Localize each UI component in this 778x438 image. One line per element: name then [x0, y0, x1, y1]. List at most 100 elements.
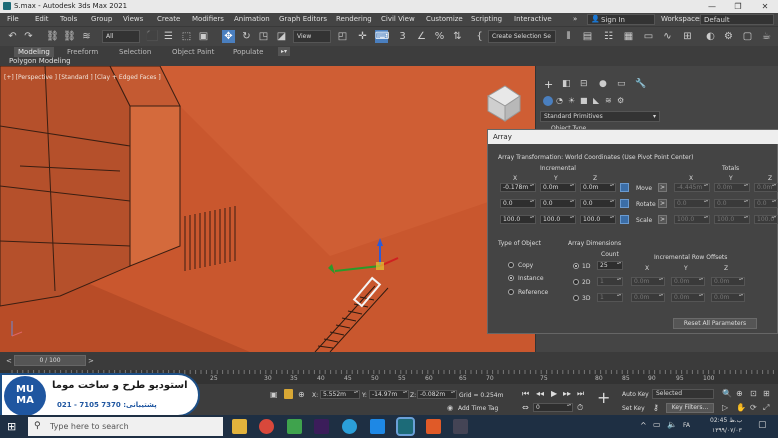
menu-tools[interactable]: Tools: [60, 14, 77, 25]
zoom-extents-icon[interactable]: ⊡: [750, 389, 757, 398]
geometry-icon[interactable]: [543, 96, 553, 106]
menu-rendering[interactable]: Rendering: [336, 14, 372, 25]
absolute-mode-icon[interactable]: ⊕: [298, 390, 305, 399]
mirror-icon[interactable]: ⫴: [562, 30, 575, 43]
maximize-button[interactable]: ❐: [725, 0, 751, 13]
set-key-plus-icon[interactable]: +: [597, 388, 610, 407]
move-tot-x[interactable]: -4.445m: [674, 183, 710, 192]
dim-3d-offset-x[interactable]: 0.0m: [631, 293, 665, 302]
named-selection-dropdown[interactable]: Create Selection Se: [488, 30, 556, 43]
zoom-icon[interactable]: 🔍: [722, 389, 732, 398]
scale-tot-y[interactable]: 100.0: [714, 215, 750, 224]
angle-snap-icon[interactable]: ∠: [415, 30, 428, 43]
time-next-button[interactable]: >: [88, 357, 94, 365]
curve-editor-icon[interactable]: ∿: [661, 30, 674, 43]
rotate-tot-z[interactable]: 0.0: [754, 199, 778, 208]
current-frame-field[interactable]: 0: [533, 403, 573, 412]
systems-icon[interactable]: ⚙: [617, 96, 624, 105]
shapes-icon[interactable]: ◔: [556, 96, 563, 105]
dim-1d-radio[interactable]: [573, 263, 579, 269]
tab-object-paint[interactable]: Object Paint: [168, 47, 218, 57]
scene-explorer-icon[interactable]: ☷: [602, 30, 615, 43]
undo-icon[interactable]: ↶: [6, 30, 19, 43]
rotate-tot-y[interactable]: 0.0: [714, 199, 750, 208]
set-key-button[interactable]: Set Key: [622, 405, 645, 412]
dim-3d-radio[interactable]: [573, 295, 579, 301]
key-mode-icon[interactable]: ⇔: [522, 403, 529, 412]
file-explorer-icon[interactable]: [232, 419, 247, 434]
keyboard-shortcut-override-icon[interactable]: ⌨: [375, 30, 389, 43]
rendered-frame-icon[interactable]: ▢: [741, 30, 754, 43]
menu-file[interactable]: File: [7, 14, 19, 25]
rect-selection-icon[interactable]: ⬚: [180, 30, 193, 43]
key-selection-dropdown[interactable]: Selected: [652, 389, 714, 399]
ribbon-options-icon[interactable]: ▸▾: [278, 47, 290, 56]
app-orange-icon[interactable]: [426, 419, 441, 434]
auto-key-button[interactable]: Auto Key: [622, 391, 649, 398]
menu-interactive[interactable]: Interactive: [514, 14, 552, 25]
menu-views[interactable]: Views: [123, 14, 143, 25]
scale-inc-y[interactable]: 100.0: [540, 215, 576, 224]
cameras-icon[interactable]: ■: [580, 96, 588, 105]
next-frame-icon[interactable]: ▸▸: [563, 389, 571, 398]
scale-icon[interactable]: ◳: [257, 30, 270, 43]
dim-2d-offset-z[interactable]: 0.0m: [711, 277, 745, 286]
menu-graph-editors[interactable]: Graph Editors: [279, 14, 327, 25]
rotate-icon[interactable]: ↻: [240, 30, 253, 43]
windows-start-icon[interactable]: ⊞: [7, 420, 16, 433]
move-icon[interactable]: ✥: [222, 30, 235, 43]
dialog-title[interactable]: Array: [488, 130, 778, 144]
dim-2d-count[interactable]: 1: [597, 277, 623, 286]
y-coord-field[interactable]: -14.97m: [369, 390, 409, 399]
tray-chevron-icon[interactable]: ^: [640, 421, 647, 430]
move-tot-y[interactable]: 0.0m: [714, 183, 750, 192]
dim-2d-offset-x[interactable]: 0.0m: [631, 277, 665, 286]
percent-snap-icon[interactable]: %: [433, 30, 446, 43]
pivot-center-icon[interactable]: ◰: [336, 30, 349, 43]
chrome-icon[interactable]: [259, 419, 274, 434]
reference-radio[interactable]: [508, 289, 514, 295]
notifications-icon[interactable]: ▢: [758, 420, 767, 430]
time-slider[interactable]: < 0 / 100 >: [0, 352, 778, 370]
add-time-tag-label[interactable]: Add Time Tag: [458, 405, 498, 412]
telegram-icon[interactable]: [342, 419, 357, 434]
volume-icon[interactable]: 🔈: [667, 420, 677, 429]
zoom-extents-all-icon[interactable]: ⊞: [763, 389, 770, 398]
go-to-end-icon[interactable]: ⏭: [577, 389, 584, 399]
x-coord-field[interactable]: 5.552m: [320, 390, 360, 399]
render-production-icon[interactable]: ☕: [760, 30, 773, 43]
menu-group[interactable]: Group: [91, 14, 112, 25]
bind-space-warp-icon[interactable]: ≋: [80, 30, 93, 43]
ref-coord-dropdown[interactable]: View: [293, 30, 331, 43]
dim-3d-count[interactable]: 1: [597, 293, 623, 302]
taskbar-search-box[interactable]: ⚲ Type here to search: [28, 417, 223, 436]
orbit-icon[interactable]: ⟳: [750, 403, 757, 412]
redo-icon[interactable]: ↷: [22, 30, 35, 43]
scale-lock-icon[interactable]: [620, 215, 629, 224]
placement-icon[interactable]: ◪: [275, 30, 288, 43]
display-tab-icon[interactable]: ▭: [617, 79, 626, 89]
move-tot-z[interactable]: 0.0m: [754, 183, 778, 192]
go-to-start-icon[interactable]: ⏮: [522, 389, 529, 399]
selection-lock-icon[interactable]: ▣: [270, 390, 278, 399]
fov-icon[interactable]: ▷: [722, 403, 728, 412]
dim-2d-radio[interactable]: [573, 279, 579, 285]
material-editor-icon[interactable]: ◐: [704, 30, 717, 43]
dropbox-icon[interactable]: [370, 419, 385, 434]
rotate-lock-icon[interactable]: [620, 199, 629, 208]
rotate-inc-z[interactable]: 0.0: [580, 199, 616, 208]
align-icon[interactable]: ▤: [581, 30, 594, 43]
perspective-viewport[interactable]: [+] [Perspective ] [Standard ] [Clay + E…: [0, 66, 535, 352]
tab-freeform[interactable]: Freeform: [63, 47, 102, 57]
hierarchy-tab-icon[interactable]: ⊟: [580, 79, 588, 89]
play-icon[interactable]: ▶: [551, 389, 557, 398]
move-inc-z[interactable]: 0.0m: [580, 183, 616, 192]
scale-inc-z[interactable]: 100.0: [580, 215, 616, 224]
menu-edit[interactable]: Edit: [35, 14, 49, 25]
pan-icon[interactable]: ✋: [736, 403, 746, 412]
key-filters-button[interactable]: Key Filters...: [666, 403, 714, 413]
menu-create[interactable]: Create: [157, 14, 180, 25]
copy-radio[interactable]: [508, 262, 514, 268]
menu-modifiers[interactable]: Modifiers: [192, 14, 224, 25]
dim-1d-count[interactable]: 25: [597, 261, 623, 270]
